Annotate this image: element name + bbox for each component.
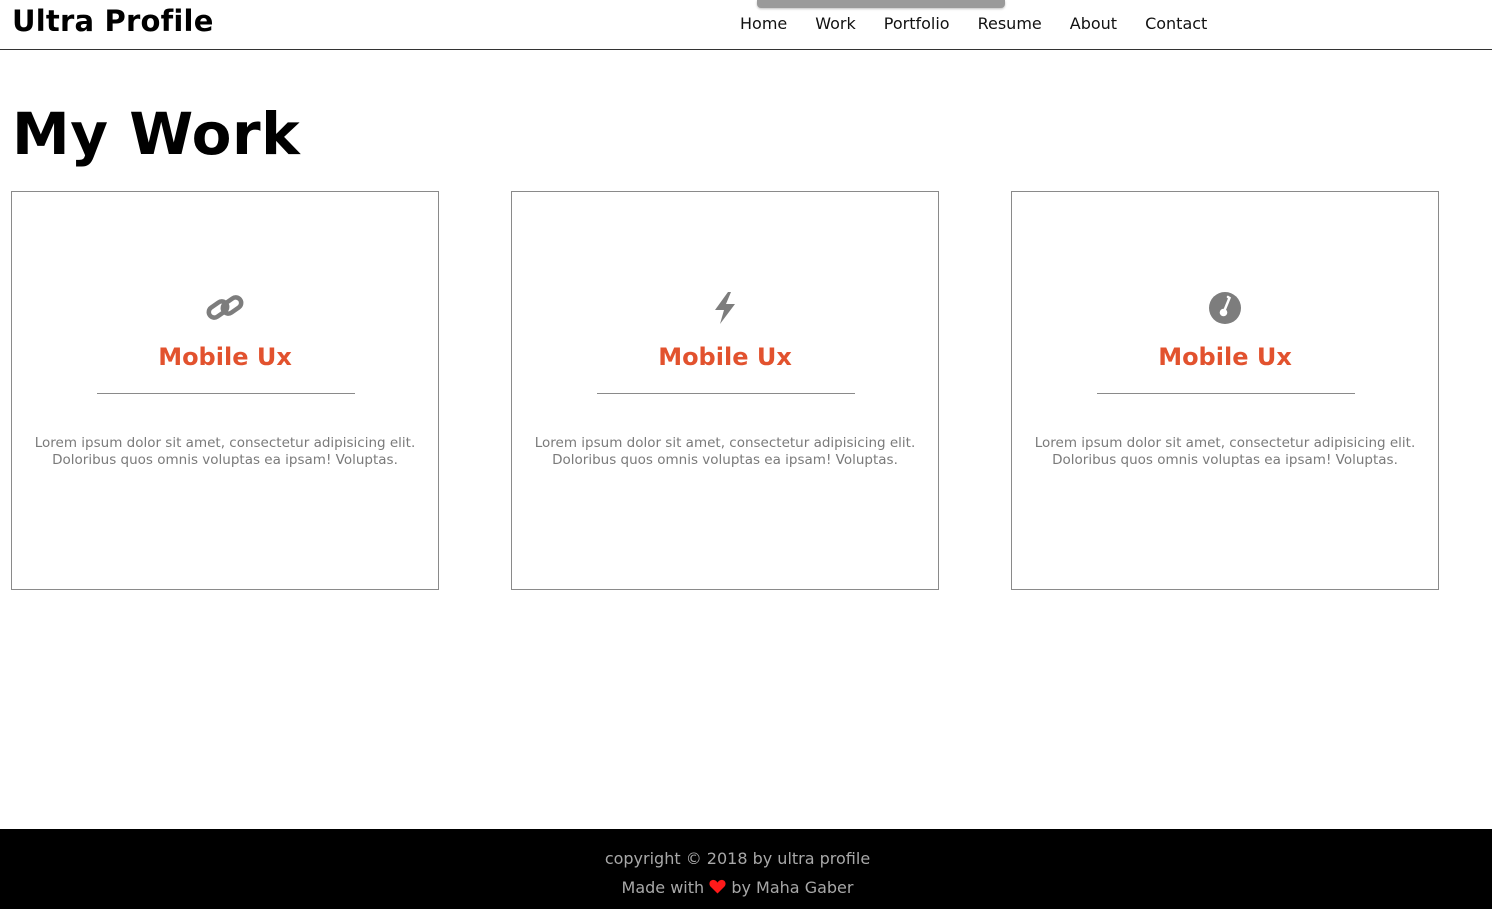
work-card: Mobile Ux Lorem ipsum dolor sit amet, co… [1011,191,1439,590]
nav-hover-indicator [757,0,1005,8]
card-divider [97,393,355,394]
nav-about[interactable]: About [1056,13,1131,35]
nav-work[interactable]: Work [801,13,870,35]
heart-icon [709,878,731,897]
navbar: Ultra Profile Home Work Portfolio Resume… [0,0,1492,50]
footer-copyright: copyright © 2018 by ultra profile [604,849,871,868]
card-description: Lorem ipsum dolor sit amet, consectetur … [512,435,938,469]
card-divider [1097,393,1355,394]
footer-credit: Made with by Maha Gaber [0,878,1492,897]
card-divider [597,393,855,394]
work-card: Mobile Ux Lorem ipsum dolor sit amet, co… [511,191,939,590]
nav-resume[interactable]: Resume [964,13,1056,35]
footer: copyright © 2018 by ultra profile Made w… [0,829,1492,909]
card-description-line: Lorem ipsum dolor sit amet, consectetur … [534,435,916,451]
nav-contact[interactable]: Contact [1131,13,1221,35]
work-card: Mobile Ux Lorem ipsum dolor sit amet, co… [11,191,439,590]
card-description: Lorem ipsum dolor sit amet, consectetur … [1012,435,1438,469]
nav-home[interactable]: Home [726,13,801,35]
card-title: Mobile Ux [158,343,292,371]
thermometer-icon [1012,290,1438,326]
card-description-line: Lorem ipsum dolor sit amet, consectetur … [34,435,416,451]
nav-links: Home Work Portfolio Resume About Contact [726,13,1221,35]
bolt-icon [512,290,938,326]
card-description: Lorem ipsum dolor sit amet, consectetur … [12,435,438,469]
card-description-line: Doloribus quos omnis voluptas ea ipsam! … [1052,452,1398,468]
page-title: My Work [12,100,301,168]
footer-author: by Maha Gaber [731,878,854,897]
footer-made-with: Made with [621,878,705,897]
card-description-line: Doloribus quos omnis voluptas ea ipsam! … [552,452,898,468]
nav-portfolio[interactable]: Portfolio [870,13,964,35]
link-icon [12,290,438,326]
card-title: Mobile Ux [1158,343,1292,371]
card-title: Mobile Ux [658,343,792,371]
card-description-line: Lorem ipsum dolor sit amet, consectetur … [1034,435,1416,451]
brand-logo[interactable]: Ultra Profile [12,4,214,38]
card-description-line: Doloribus quos omnis voluptas ea ipsam! … [52,452,398,468]
